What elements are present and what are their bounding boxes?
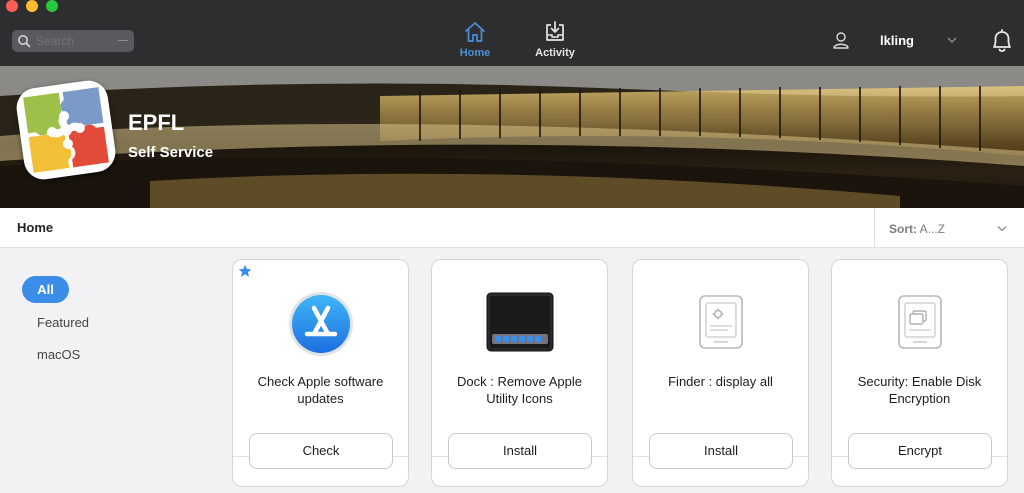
policy-doc-icon <box>897 295 942 349</box>
search-input[interactable] <box>36 34 116 48</box>
username-label[interactable]: lkling <box>880 33 914 48</box>
app-store-icon <box>288 292 353 356</box>
check-button[interactable]: Check <box>249 433 393 469</box>
featured-star-icon <box>238 264 252 277</box>
chevron-down-icon <box>997 226 1007 232</box>
home-icon <box>465 22 485 42</box>
sort-value: A...Z <box>919 222 946 236</box>
hero-banner: EPFL Self Service <box>0 66 1024 208</box>
item-card-dock-remove-icons[interactable]: Dock : Remove Apple Utility Icons Instal… <box>431 259 608 487</box>
bell-icon[interactable] <box>990 28 1014 54</box>
install-button[interactable]: Install <box>448 433 592 469</box>
user-icon[interactable] <box>832 31 850 49</box>
item-name: Finder : display all <box>668 374 773 389</box>
breadcrumb: Home <box>17 220 54 235</box>
policy-doc-icon <box>698 295 743 349</box>
dock-screen-icon <box>486 292 553 352</box>
item-card-check-apple-updates[interactable]: Check Apple software updates Check <box>232 259 409 487</box>
chevron-down-icon[interactable] <box>947 36 957 44</box>
item-card-finder-display-all[interactable]: Finder : display all Install <box>632 259 809 487</box>
search-field[interactable] <box>12 30 134 52</box>
nav-activity-label: Activity <box>535 47 575 59</box>
download-tray-icon <box>546 21 564 41</box>
zoom-window-button[interactable] <box>46 0 58 12</box>
sort-label: Sort: A...Z <box>889 222 945 236</box>
sidebar-item-featured[interactable]: Featured <box>37 315 89 330</box>
sort-prefix: Sort: <box>889 222 917 236</box>
nav-activity-button[interactable]: Activity <box>532 20 578 59</box>
nav-home-button[interactable]: Home <box>455 20 495 59</box>
banner-title: EPFL <box>128 110 185 135</box>
self-service-logo <box>14 78 118 182</box>
search-clear-icon[interactable] <box>118 40 128 41</box>
sort-dropdown[interactable]: Sort: A...Z <box>874 208 1024 248</box>
minimize-window-button[interactable] <box>26 0 38 12</box>
sidebar-item-macos[interactable]: macOS <box>37 347 80 362</box>
toolbar: Home Activity lkling <box>0 0 1024 66</box>
building-photo <box>0 66 1024 208</box>
item-name: Check Apple software updates <box>257 374 384 406</box>
install-button[interactable]: Install <box>649 433 793 469</box>
search-icon <box>18 35 31 48</box>
item-card-enable-disk-encryption[interactable]: Security: Enable Disk Encryption Encrypt <box>831 259 1008 487</box>
nav-home-label: Home <box>459 47 491 59</box>
sidebar-item-all[interactable]: All <box>22 276 69 303</box>
encrypt-button[interactable]: Encrypt <box>848 433 992 469</box>
breadcrumb-bar: Home Sort: A...Z <box>0 208 1024 248</box>
close-window-button[interactable] <box>6 0 18 12</box>
banner-subtitle: Self Service <box>128 144 214 161</box>
window-controls <box>6 0 58 12</box>
item-name: Security: Enable Disk Encryption <box>857 374 982 406</box>
item-name: Dock : Remove Apple Utility Icons <box>456 374 582 406</box>
